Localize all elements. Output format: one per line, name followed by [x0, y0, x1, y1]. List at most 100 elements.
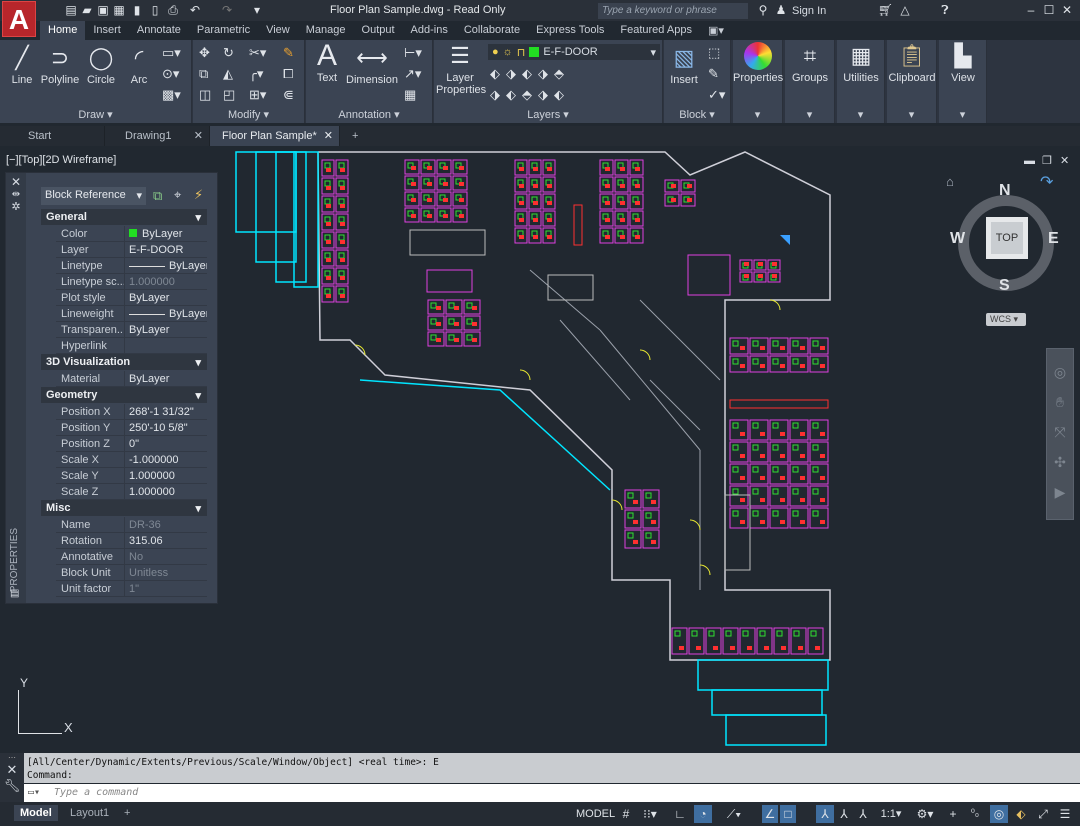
scale-icon[interactable]: ◰ [223, 87, 235, 103]
app-menu-button[interactable]: A [2, 1, 36, 37]
plot-icon[interactable]: ⎙ [166, 3, 180, 17]
compass-west[interactable]: W [950, 230, 965, 248]
save-as-icon[interactable]: ▦ [112, 3, 126, 17]
tab-add-ins[interactable]: Add-ins [403, 21, 456, 40]
grid-icon[interactable]: # [618, 805, 634, 823]
section-3d-visualization[interactable]: 3D Visualization ▾ [41, 354, 207, 370]
tab-manage[interactable]: Manage [298, 21, 354, 40]
workspace-gear-icon[interactable]: ⚙▾ [912, 805, 938, 823]
line-button[interactable]: ╱ Line [4, 44, 40, 86]
open-icon[interactable]: ▰ [80, 3, 94, 17]
property-value[interactable]: ByLayer [124, 371, 207, 386]
property-value[interactable]: 1" [124, 581, 207, 596]
hardware-acceleration-icon[interactable]: ⬖ [1012, 805, 1030, 823]
hatch-icon[interactable]: ▩▾ [162, 87, 181, 103]
steering-wheel-icon[interactable]: ◎ [1047, 357, 1073, 387]
explode-icon[interactable]: ⧠ [283, 66, 293, 82]
properties-panel-button[interactable]: Properties ▾ [733, 40, 783, 123]
auto-scale-icon[interactable]: ⅄ [836, 805, 852, 823]
cart-icon[interactable]: 🛒︎ [878, 3, 893, 17]
rotate-icon[interactable]: ↻ [223, 45, 234, 61]
annotation-scale-dropdown[interactable]: 1:1▾ [876, 805, 906, 823]
a360-icon[interactable]: △ [898, 3, 912, 17]
command-close-icon[interactable]: ✕ [0, 762, 24, 778]
copy-icon[interactable]: ⧉ [199, 66, 208, 82]
arc-button[interactable]: ◜ Arc [124, 44, 154, 86]
model-space-button[interactable]: MODEL [576, 805, 615, 823]
customize-wrench-icon[interactable]: 🔧︎ [0, 778, 24, 794]
command-prompt-icon[interactable]: ▭▾ [28, 787, 40, 798]
units-icon[interactable]: ⁰₀ [966, 805, 984, 823]
help-icon[interactable]: ❓︎ [938, 3, 952, 17]
new-layout-button[interactable]: + [118, 805, 136, 821]
property-value[interactable]: E-F-DOOR [124, 242, 207, 257]
property-value[interactable]: 1.000000 [124, 468, 207, 483]
redo-icon[interactable]: ↷ [220, 3, 234, 17]
command-line-handle[interactable]: ⋯ ✕ 🔧︎ [0, 753, 24, 802]
tab-view[interactable]: View [258, 21, 298, 40]
property-row[interactable]: Annotative No [56, 549, 207, 565]
property-value[interactable]: ByLayer [124, 306, 207, 321]
tab-start[interactable]: Start [0, 126, 105, 146]
compass-east[interactable]: E [1048, 230, 1059, 248]
ribbon-minimize-icon[interactable]: ▣▾ [700, 21, 732, 40]
tab-output[interactable]: Output [354, 21, 403, 40]
search-input[interactable]: Type a keyword or phrase [598, 3, 748, 19]
osnap-icon[interactable]: □ [780, 805, 796, 823]
tab-model[interactable]: Model [14, 805, 58, 821]
block-panel-title[interactable]: Block ▾ [664, 108, 730, 121]
groups-panel-button[interactable]: ⌗ Groups ▾ [785, 40, 835, 123]
rotate-view-icon[interactable]: ↷ [1040, 172, 1053, 192]
property-value[interactable]: 0" [124, 436, 207, 451]
annotation-scale-icon[interactable]: ⅄ [856, 805, 870, 823]
palette-titlebar[interactable]: ✕ ⇹ ✲ PROPERTIES ▤ [6, 173, 26, 603]
property-row[interactable]: Scale Z 1.000000 [56, 484, 207, 500]
view-panel-button[interactable]: ▙ View ▾ [939, 40, 987, 123]
close-tab-icon[interactable]: ✕ [194, 129, 203, 142]
tab-insert[interactable]: Insert [85, 21, 129, 40]
home-icon[interactable]: ⌂ [946, 174, 960, 189]
compass-south[interactable]: S [999, 277, 1010, 295]
property-row[interactable]: Lineweight ByLayer [56, 306, 207, 322]
save-web-icon[interactable]: ▯ [148, 3, 162, 17]
table-icon[interactable]: ▦ [404, 87, 416, 103]
command-input[interactable]: ▭▾ Type a command [24, 784, 1080, 802]
collapse-icon[interactable]: ▾ [195, 356, 201, 369]
tab-drawing1[interactable]: Drawing1 ✕ [105, 126, 210, 146]
property-row[interactable]: Linetype ByLayer [56, 258, 207, 274]
polyline-button[interactable]: ⊃ Polyline [40, 44, 80, 86]
modify-panel-title[interactable]: Modify ▾ [193, 108, 304, 121]
property-row[interactable]: Rotation 315.06 [56, 533, 207, 549]
tab-express-tools[interactable]: Express Tools [528, 21, 612, 40]
collapse-icon[interactable]: ▾ [195, 211, 201, 224]
tab-collaborate[interactable]: Collaborate [456, 21, 528, 40]
property-value[interactable]: ByLayer [124, 258, 207, 273]
property-value[interactable]: 250'-10 5/8" [124, 420, 207, 435]
property-row[interactable]: Position Y 250'-10 5/8" [56, 420, 207, 436]
property-value[interactable]: 315.06 [124, 533, 207, 548]
orbit-icon[interactable]: ✣ [1047, 447, 1073, 477]
rectangle-icon[interactable]: ▭▾ [162, 45, 181, 61]
save-icon[interactable]: ▣ [96, 3, 110, 17]
close-icon[interactable]: ✕ [1060, 3, 1074, 17]
new-tab-button[interactable]: + [340, 126, 366, 146]
section-geometry[interactable]: Geometry ▾ [41, 387, 207, 403]
property-value[interactable]: 268'-1 31/32" [124, 404, 207, 419]
customize-icon[interactable]: ▾ [250, 3, 264, 17]
property-row[interactable]: Scale Y 1.000000 [56, 468, 207, 484]
showmotion-icon[interactable]: ▶ [1047, 477, 1073, 507]
erase-icon[interactable]: ✎ [283, 45, 294, 61]
layer-dropdown[interactable]: ● ☼ ⊓ E-F-DOOR ▾ [488, 44, 660, 60]
section-general[interactable]: General ▾ [41, 209, 207, 225]
collapse-icon[interactable]: ▾ [195, 389, 201, 402]
quick-select-icon[interactable]: ⚡︎ [194, 187, 203, 203]
annotation-visibility-icon[interactable]: ⅄ [816, 805, 834, 823]
property-row[interactable]: Position X 268'-1 31/32" [56, 404, 207, 420]
zoom-icon[interactable]: ⤧ [1047, 417, 1073, 447]
object-snap-tracking-icon[interactable]: ∠ [762, 805, 778, 823]
viewport-controls[interactable]: [−][Top][2D Wireframe] [6, 154, 116, 166]
annotation-monitor-icon[interactable]: + [944, 805, 962, 823]
offset-icon[interactable]: ⋐ [283, 87, 294, 103]
move-icon[interactable]: ✥ [199, 45, 210, 61]
binoculars-icon[interactable]: ⚲ [756, 3, 770, 17]
